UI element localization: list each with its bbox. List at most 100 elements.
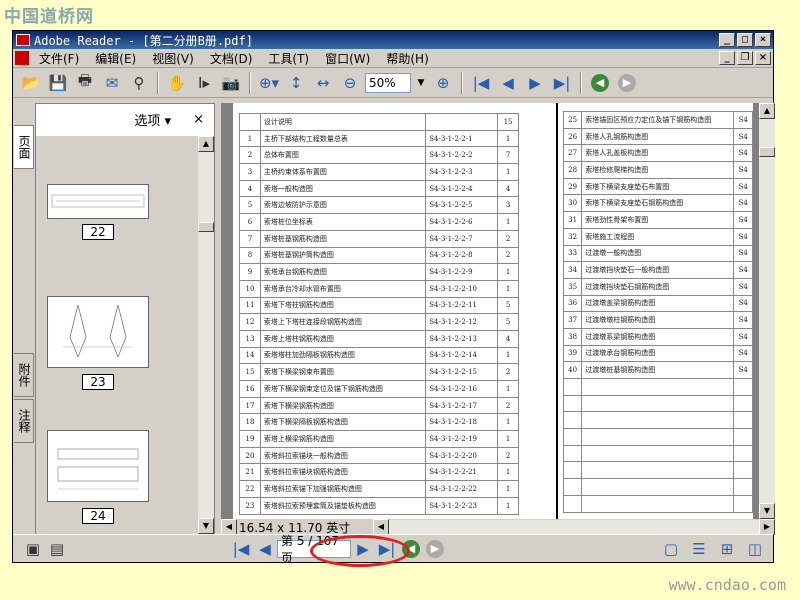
- zoom-in-icon[interactable]: ⊕: [431, 72, 455, 94]
- document-vertical-scrollbar[interactable]: ▲ ▼: [759, 103, 775, 519]
- table-cell: 19: [239, 430, 261, 448]
- facing-icon[interactable]: ⊞: [715, 538, 739, 560]
- close-panel-icon[interactable]: ×: [193, 112, 204, 127]
- maximize-button[interactable]: □: [737, 33, 753, 47]
- table-cell: S4-3-1-2-2-12: [425, 313, 499, 331]
- watermark-top: 中国道桥网: [4, 7, 94, 27]
- table-cell: 1: [497, 279, 519, 298]
- menu-file[interactable]: 文件(F): [31, 50, 87, 67]
- zoom-in-tool-icon[interactable]: ⊕▾: [257, 72, 281, 94]
- table-cell: 1: [497, 213, 519, 231]
- table-row: 36 过渡墩盖梁钢筋构造图 S4: [562, 294, 753, 313]
- close-button[interactable]: ×: [755, 33, 771, 47]
- scroll-up-icon[interactable]: ▲: [759, 103, 775, 119]
- hand-tool-icon[interactable]: ✋: [165, 72, 189, 94]
- menu-edit[interactable]: 编辑(E): [87, 50, 144, 67]
- last-page-icon[interactable]: ▶|: [550, 72, 574, 94]
- table-row: [562, 378, 753, 396]
- previous-page-icon[interactable]: ◀: [496, 72, 520, 94]
- continuous-facing-icon[interactable]: ◫: [743, 538, 767, 560]
- previous-page-icon[interactable]: ◀: [253, 538, 277, 560]
- table-row: [562, 394, 753, 413]
- table-cell: S4-3-1-2-2-14: [425, 346, 499, 365]
- scroll-right-icon[interactable]: ▶: [759, 519, 775, 535]
- menu-window[interactable]: 窗口(W): [317, 50, 378, 67]
- snapshot-icon[interactable]: 📷: [219, 72, 243, 94]
- scroll-down-icon[interactable]: ▼: [759, 503, 775, 519]
- save-icon[interactable]: 💾: [46, 72, 70, 94]
- table-cell: 4: [497, 179, 519, 198]
- menu-tools[interactable]: 工具(T): [260, 50, 317, 67]
- next-page-icon[interactable]: ▶: [523, 72, 547, 94]
- menu-bar: 文件(F) 编辑(E) 视图(V) 文档(D) 工具(T) 窗口(W) 帮助(H…: [13, 49, 773, 68]
- tab-comments[interactable]: 注释: [14, 399, 34, 443]
- table-row: 6 索塔桩位坐标表 S4-3-1-2-2-6 1: [239, 213, 519, 231]
- doc-minimize-button[interactable]: _: [719, 51, 735, 65]
- table-cell: 过渡墩挡块垫石钢筋构造图: [581, 277, 735, 296]
- scroll-up-icon[interactable]: ▲: [198, 136, 214, 152]
- minimize-button[interactable]: _: [719, 33, 735, 47]
- email-icon[interactable]: ✉: [100, 72, 124, 94]
- doc-close-button[interactable]: ×: [755, 51, 771, 65]
- table-cell: 1: [497, 480, 519, 498]
- table-cell: [733, 411, 753, 430]
- page-thumbnail-24[interactable]: [47, 430, 149, 502]
- table-cell: 14: [239, 346, 261, 365]
- zoom-out-icon[interactable]: ⊖: [338, 72, 362, 94]
- table-cell: 索塔下横梁钢筋构造图: [259, 396, 427, 415]
- scroll-left-icon[interactable]: ◀: [221, 519, 237, 535]
- panel-toggle-icon[interactable]: ▣: [21, 538, 45, 560]
- table-cell: 7: [239, 229, 261, 248]
- table-cell: 索塔锚固区预应力定位及锚下钢筋构造图: [581, 111, 735, 129]
- table-cell: 3: [497, 196, 519, 215]
- table-cell: [733, 461, 753, 480]
- document-view[interactable]: 设计说明 15 1 主桥下部结构工程数量总表 S4-3-1-2-2-1 1 2 总体布置图 S4…: [221, 103, 759, 519]
- search-binoculars-icon[interactable]: ⚲: [127, 72, 151, 94]
- table-cell: 索塔人孔钢筋构造图: [581, 127, 735, 146]
- first-page-icon[interactable]: |◀: [229, 538, 253, 560]
- table-cell: 索塔承台钢筋构造图: [259, 263, 427, 281]
- table-cell: S4-3-1-2-2-5: [425, 196, 499, 215]
- table-cell: S4: [733, 311, 753, 329]
- page-thumbnail-23[interactable]: [47, 296, 149, 368]
- thumbnail-scrollbar[interactable]: ▲ ▼: [198, 136, 214, 534]
- doc-restore-button[interactable]: ❐: [737, 51, 753, 65]
- page-thumbnail-22[interactable]: [47, 184, 149, 219]
- table-cell: [581, 428, 735, 446]
- table-cell: 2: [497, 363, 519, 381]
- table-row: 32 索塔施工流程图 S4: [562, 227, 753, 246]
- options-menu[interactable]: 选项 ▾: [134, 110, 171, 129]
- table-row: 11 索塔下塔柱钢筋构造图 S4-3-1-2-2-11 5: [239, 296, 519, 315]
- table-cell: 30: [562, 194, 583, 213]
- go-forward-icon[interactable]: ▶: [618, 73, 636, 92]
- table-cell: 索塔斜拉索锚块一般构造图: [259, 446, 427, 465]
- scroll-thumb[interactable]: [759, 147, 775, 157]
- continuous-icon[interactable]: ☰: [687, 538, 711, 560]
- fit-width-icon[interactable]: ↔: [311, 72, 335, 94]
- go-forward-icon[interactable]: ▶: [426, 539, 444, 558]
- open-folder-icon[interactable]: 📂: [19, 72, 43, 94]
- go-back-icon[interactable]: ◀: [591, 73, 609, 92]
- tab-pages[interactable]: 页面: [14, 125, 34, 169]
- menu-document[interactable]: 文档(D): [202, 50, 261, 67]
- print-icon[interactable]: 🖶: [73, 71, 97, 94]
- pdf-page: 设计说明 15 1 主桥下部结构工程数量总表 S4-3-1-2-2-1 1 2 总体布置图 S4…: [233, 103, 753, 519]
- select-text-icon[interactable]: I▸: [192, 72, 216, 94]
- scroll-left-icon[interactable]: ◀: [373, 519, 389, 535]
- table-row: 15 索塔下横梁钢束布置图 S4-3-1-2-2-15 2: [239, 363, 519, 381]
- menu-view[interactable]: 视图(V): [144, 50, 202, 67]
- table-cell: 29: [562, 177, 583, 196]
- tab-attachments[interactable]: 附件: [14, 353, 34, 397]
- chevron-down-icon[interactable]: ▼: [414, 73, 428, 93]
- actual-size-icon[interactable]: ↕: [284, 72, 308, 94]
- zoom-input[interactable]: 50%: [365, 72, 411, 93]
- scroll-thumb[interactable]: [198, 222, 214, 232]
- table-cell: S4-3-1-2-2-18: [425, 413, 499, 432]
- single-page-icon[interactable]: ▢: [659, 538, 683, 560]
- first-page-icon[interactable]: |◀: [469, 72, 493, 94]
- scroll-down-icon[interactable]: ▼: [198, 518, 214, 534]
- document-properties-icon[interactable]: ▤: [45, 538, 69, 560]
- table-cell: 22: [239, 480, 261, 498]
- menu-help[interactable]: 帮助(H): [378, 50, 436, 67]
- table-cell: 索塔下横梁隔板钢筋构造图: [259, 413, 427, 432]
